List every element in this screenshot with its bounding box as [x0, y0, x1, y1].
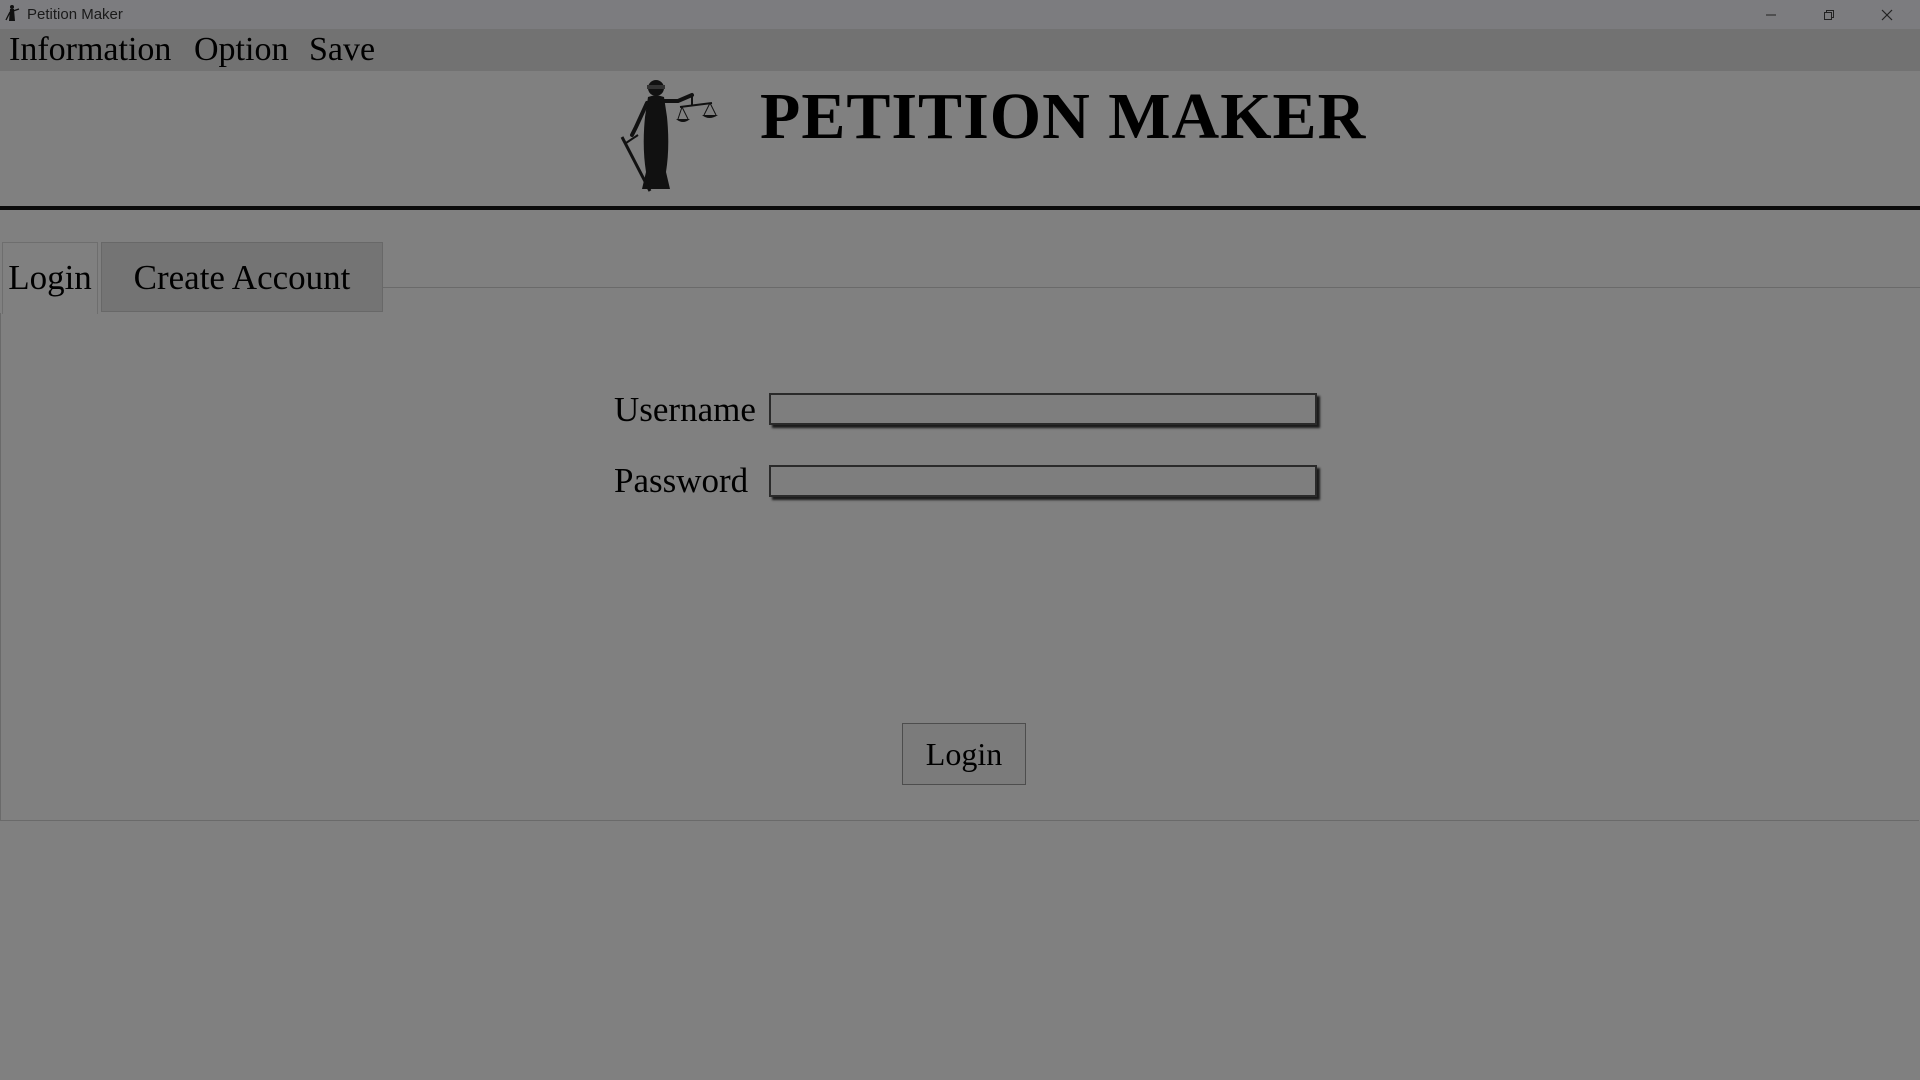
- restore-icon: [1824, 9, 1834, 20]
- menu-save[interactable]: Save: [309, 29, 375, 71]
- menu-information[interactable]: Information: [9, 29, 171, 71]
- tab-create-account[interactable]: Create Account: [101, 242, 383, 312]
- menu-bar: Information Option Save: [0, 29, 1920, 71]
- password-label: Password: [614, 461, 749, 500]
- password-input[interactable]: [769, 465, 1317, 497]
- window-title: Petition Maker: [27, 6, 123, 23]
- username-label: Username: [614, 390, 756, 429]
- restore-button[interactable]: [1800, 0, 1858, 29]
- tab-login[interactable]: Login: [2, 242, 98, 314]
- header-divider: [0, 206, 1920, 210]
- lady-justice-logo: [612, 77, 720, 195]
- minimize-icon: [1766, 14, 1776, 15]
- menu-option[interactable]: Option: [194, 29, 288, 71]
- login-button[interactable]: Login: [902, 723, 1026, 785]
- app-header: PETITION MAKER: [0, 71, 1920, 208]
- app-title: PETITION MAKER: [760, 80, 1367, 153]
- tab-strip-line: [383, 287, 1920, 288]
- username-input[interactable]: [769, 393, 1317, 425]
- minimize-button[interactable]: [1742, 0, 1800, 29]
- justice-icon: [4, 4, 20, 24]
- close-icon: [1881, 9, 1893, 20]
- close-button[interactable]: [1858, 0, 1916, 29]
- title-bar: Petition Maker: [0, 0, 1920, 29]
